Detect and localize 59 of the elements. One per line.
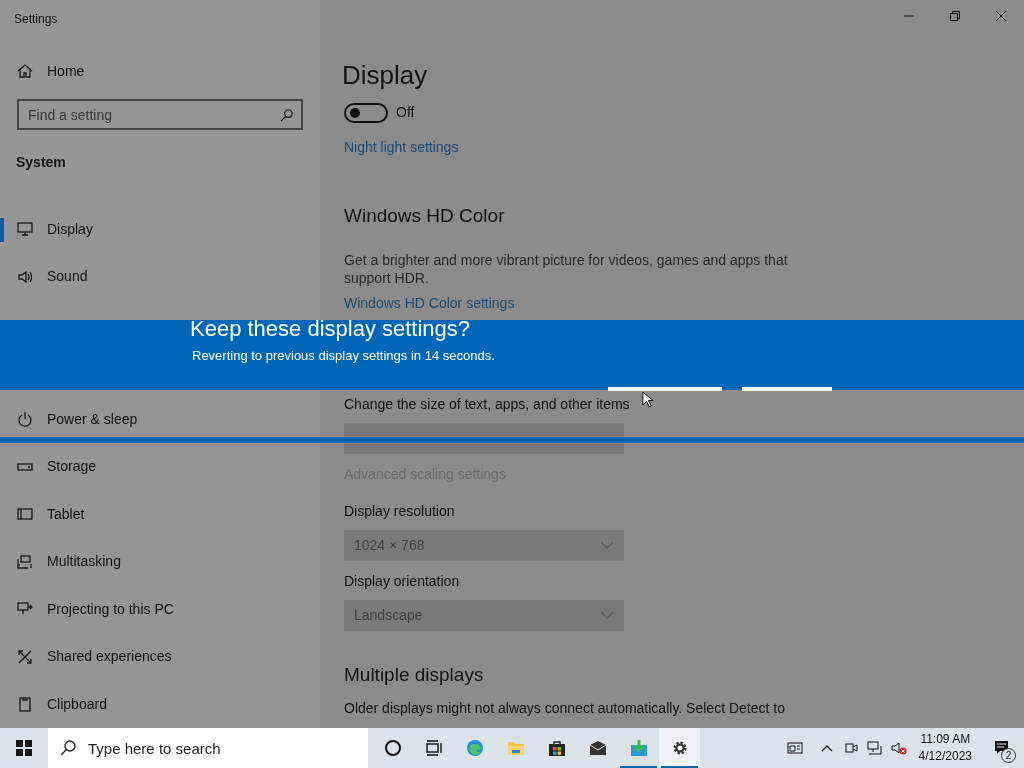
field-label: Change the size of text, apps, and other items <box>344 395 630 412</box>
description: Older displays might not always connect automatically. Select Detect to <box>344 700 785 716</box>
muted-speaker-icon <box>890 740 907 756</box>
section-heading: Multiple displays <box>344 663 484 685</box>
envelope-icon <box>588 739 607 757</box>
task-view-icon <box>424 739 443 757</box>
clipboard-icon <box>17 696 33 713</box>
sidebar-item[interactable]: Power & sleep <box>0 395 320 444</box>
section-heading: System <box>15 153 67 173</box>
download-icon <box>629 739 648 757</box>
clock-time: 11:09 AM <box>919 731 972 748</box>
shopping-bag-icon <box>547 739 566 757</box>
page-heading: Display <box>342 59 428 92</box>
sidebar-item[interactable]: Tablet <box>0 490 320 539</box>
windows-icon <box>17 553 33 570</box>
sidebar-item[interactable]: Sound <box>0 253 320 301</box>
clock[interactable]: 11:09 AM 4/12/2023 <box>910 731 980 765</box>
search-field[interactable]: Find a setting <box>17 99 303 131</box>
notification-count: 2 <box>1001 748 1016 763</box>
section-heading: Windows HD Color <box>344 205 505 226</box>
network-icon <box>866 740 883 756</box>
close-icon <box>996 11 1006 21</box>
notification-button[interactable]: 2 <box>980 728 1024 768</box>
field-label: Display orientation <box>344 572 460 589</box>
share-icon <box>17 648 33 665</box>
windows-logo-icon <box>16 740 32 756</box>
field-label: Display resolution <box>344 502 455 519</box>
chevron-icon <box>600 541 614 549</box>
cursor-icon <box>642 391 654 409</box>
taskbar-icon[interactable] <box>659 728 700 768</box>
speaker-icon <box>17 268 33 285</box>
home-link[interactable]: Home <box>0 51 320 92</box>
chevron-icon <box>600 611 614 619</box>
toggle-switch[interactable] <box>344 102 388 123</box>
search-icon <box>60 740 76 756</box>
dialog-message: Reverting to previous display settings in 14 seconds. <box>192 347 495 365</box>
circle-icon <box>383 739 402 757</box>
clock-date: 4/12/2023 <box>918 748 972 765</box>
sidebar-item[interactable]: Display <box>0 205 320 254</box>
power-icon <box>17 411 33 428</box>
window-title: Settings <box>14 12 58 26</box>
sidebar-item[interactable]: Storage <box>0 443 320 491</box>
restore-icon <box>950 11 960 21</box>
taskbar-search-field[interactable]: Type here to search <box>48 728 368 768</box>
sidebar-item[interactable]: Clipboard <box>0 680 320 729</box>
tablet-icon <box>17 506 33 523</box>
folder-icon <box>506 739 525 757</box>
description: Get a brighter and more vibrant picture for videos, games and apps that support HDR. <box>344 251 788 286</box>
toggle-label: Off <box>396 103 415 122</box>
news-icon <box>786 740 803 756</box>
sidebar-item[interactable]: Projecting to this PC <box>0 585 320 634</box>
monitor-icon <box>17 221 33 238</box>
camera-icon <box>842 740 859 756</box>
home-icon <box>17 63 33 80</box>
search-icon <box>280 108 294 123</box>
browser-icon <box>465 739 484 757</box>
sidebar-item[interactable]: Multitasking <box>0 538 320 586</box>
sidebar-item[interactable]: Shared experiences <box>0 633 320 681</box>
dialog-title: Keep these display settings? <box>190 315 471 343</box>
